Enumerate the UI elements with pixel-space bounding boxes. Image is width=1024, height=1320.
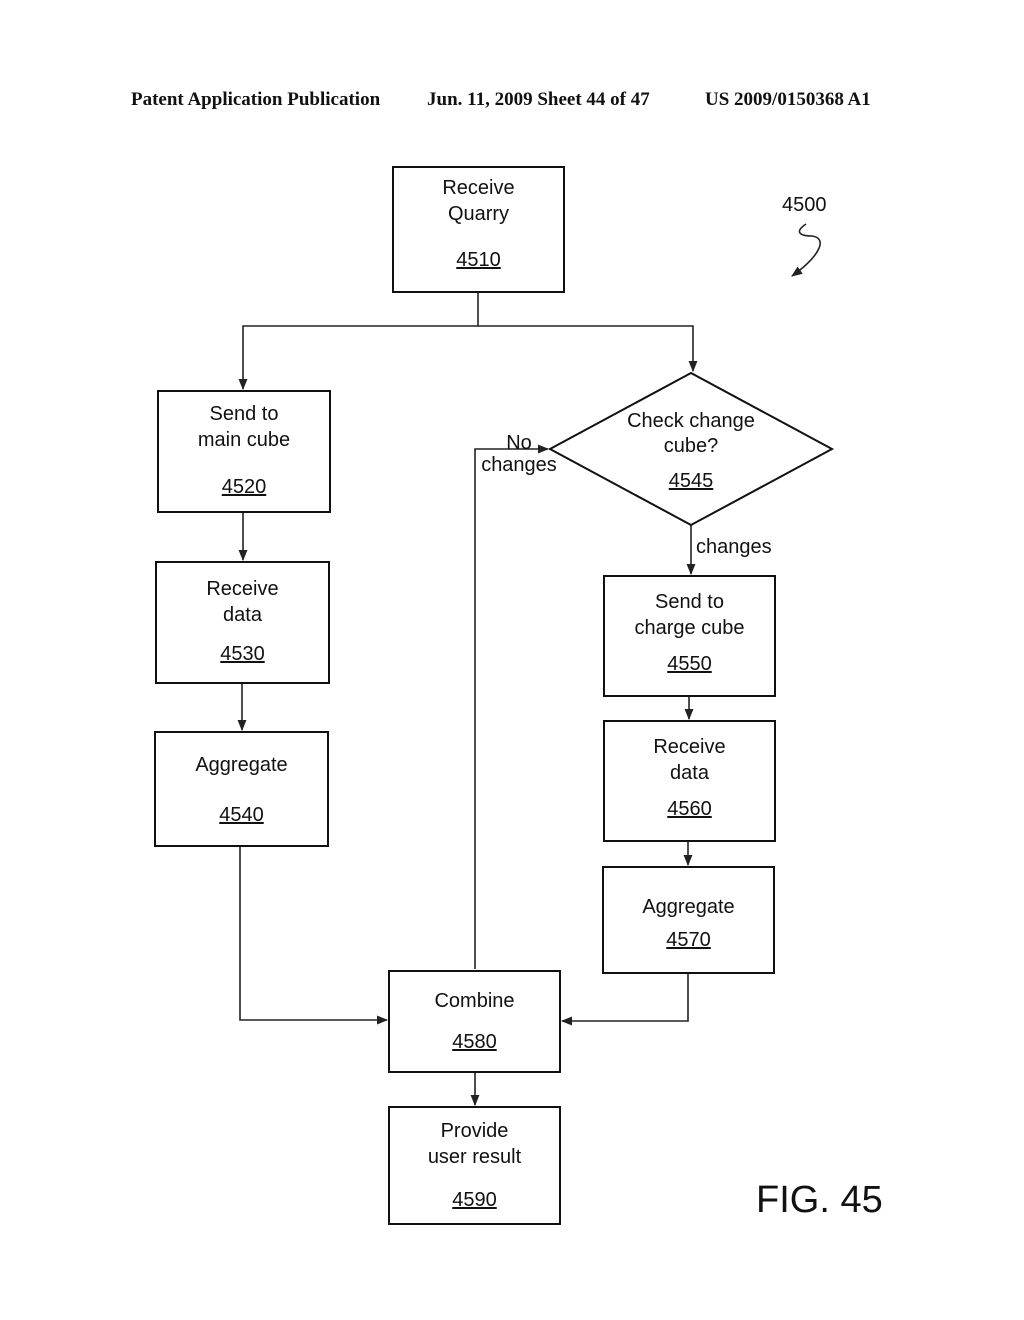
node-reference-number: 4520 bbox=[222, 476, 267, 498]
flow-node-4550: Send to charge cube 4550 bbox=[603, 575, 776, 697]
edge-4570-to-4580 bbox=[560, 973, 689, 1026]
node-reference-number: 4550 bbox=[667, 653, 712, 675]
process-box bbox=[602, 866, 775, 974]
node-label: user result bbox=[428, 1146, 522, 1168]
node-label: Quarry bbox=[448, 203, 509, 225]
node-label: Aggregate bbox=[642, 896, 734, 918]
node-reference-number: 4560 bbox=[667, 798, 712, 820]
flow-node-4540: Aggregate 4540 bbox=[154, 731, 329, 847]
flow-node-4590: Provide user result 4590 bbox=[388, 1106, 561, 1225]
node-label: data bbox=[670, 762, 710, 784]
figure-label: FIG. 45 bbox=[756, 1179, 883, 1221]
node-label: data bbox=[223, 604, 263, 626]
node-reference-number: 4540 bbox=[219, 804, 264, 826]
node-label: Check change bbox=[627, 410, 755, 432]
flow-node-4570: Aggregate 4570 bbox=[602, 866, 775, 974]
edge-4580-to-4545 bbox=[474, 444, 550, 969]
flowchart: Receive Quarry 4510 Send to main cube 4520 Rec… bbox=[154, 166, 883, 1225]
node-label: charge cube bbox=[634, 617, 744, 639]
node-label: Send to bbox=[655, 591, 724, 613]
node-label: Provide bbox=[441, 1120, 509, 1142]
edge-4510-to-4545 bbox=[478, 325, 698, 373]
node-reference-number: 4545 bbox=[669, 470, 714, 492]
node-label: Receive bbox=[442, 177, 514, 199]
edge-4540-to-4580 bbox=[239, 846, 389, 1025]
node-label: Receive bbox=[653, 736, 725, 758]
flow-node-4520: Send to main cube 4520 bbox=[157, 390, 331, 513]
reference-leader-icon bbox=[791, 223, 821, 277]
edge-4510-to-4520 bbox=[238, 292, 479, 391]
flow-node-4560: Receive data 4560 bbox=[603, 720, 776, 842]
node-reference-number: 4530 bbox=[220, 643, 265, 665]
node-label: Aggregate bbox=[195, 754, 287, 776]
node-reference-number: 4570 bbox=[666, 929, 711, 951]
flow-node-4510: Receive Quarry 4510 bbox=[392, 166, 565, 293]
process-box bbox=[154, 731, 329, 847]
node-label: main cube bbox=[198, 429, 290, 451]
node-reference-number: 4590 bbox=[452, 1189, 497, 1211]
flow-node-4530: Receive data 4530 bbox=[155, 561, 330, 684]
node-label: cube? bbox=[664, 435, 719, 457]
node-label: Combine bbox=[434, 990, 514, 1012]
node-reference-number: 4580 bbox=[452, 1031, 497, 1053]
edge-label: changes bbox=[696, 536, 772, 558]
edge-label: No bbox=[506, 432, 532, 454]
node-label: Send to bbox=[210, 403, 279, 425]
flow-node-4545: Check change cube? 4545 bbox=[547, 371, 835, 527]
edge-label: changes bbox=[481, 454, 557, 476]
figure-reference-number: 4500 bbox=[782, 194, 827, 216]
node-label: Receive bbox=[206, 578, 278, 600]
flow-node-4580: Combine 4580 bbox=[388, 970, 561, 1073]
node-reference-number: 4510 bbox=[456, 249, 501, 271]
process-box bbox=[388, 970, 561, 1073]
